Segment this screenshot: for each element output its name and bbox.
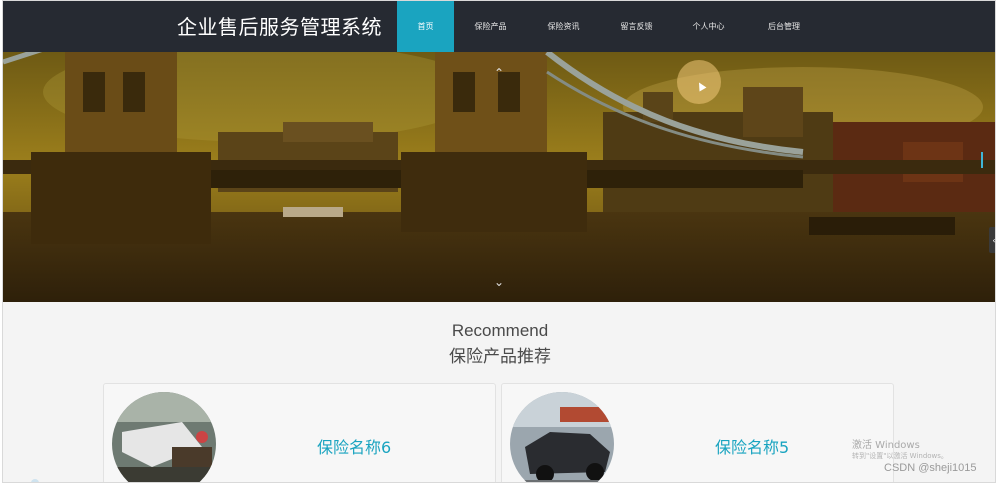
carousel-indicator [981,152,983,168]
chevron-down-icon[interactable]: ⌄ [488,273,510,291]
top-navigation-bar: 企业售后服务管理系统 首页 保险产品 保险资讯 留言反馈 个人中心 后台管理 [3,1,995,52]
nav-item-insurance-news[interactable]: 保险资讯 [527,1,600,52]
product-card[interactable]: 保险名称5 [501,383,894,482]
product-name-link[interactable]: 保险名称5 [715,434,789,458]
recommend-title-cn: 保险产品推荐 [449,347,551,367]
loading-indicator [31,479,39,482]
main-nav: 首页 保险产品 保险资讯 留言反馈 个人中心 后台管理 [397,1,824,52]
windows-activation-hint: 转到"设置"以激活 Windows。 [852,452,948,460]
nav-item-admin[interactable]: 后台管理 [744,1,824,52]
nav-item-home[interactable]: 首页 [397,1,454,52]
nav-item-personal-center[interactable]: 个人中心 [673,1,744,52]
hero-carousel[interactable]: ⌃ ⌄ ‹ [3,52,995,302]
product-thumbnail[interactable] [112,392,216,482]
chevron-up-icon[interactable]: ⌃ [488,64,510,82]
product-card[interactable]: 保险名称6 [103,383,496,482]
nav-item-feedback[interactable]: 留言反馈 [600,1,673,52]
browser-viewport: 企业售后服务管理系统 首页 保险产品 保险资讯 留言反馈 个人中心 后台管理 ⌃… [2,0,996,483]
csdn-watermark: CSDN @sheji1015 [884,462,977,474]
nav-item-insurance-products[interactable]: 保险产品 [454,1,527,52]
product-name-link[interactable]: 保险名称6 [317,434,391,458]
recommend-section-header: Recommend 保险产品推荐 [3,321,995,367]
product-thumbnail[interactable] [510,392,614,482]
recommend-title-en: Recommend [451,321,549,340]
windows-activation-title: 激活 Windows [852,440,920,451]
site-title[interactable]: 企业售后服务管理系统 [177,11,382,40]
chevron-left-icon[interactable]: ‹ [989,227,995,253]
hero-image-tower-bridge [3,52,995,302]
